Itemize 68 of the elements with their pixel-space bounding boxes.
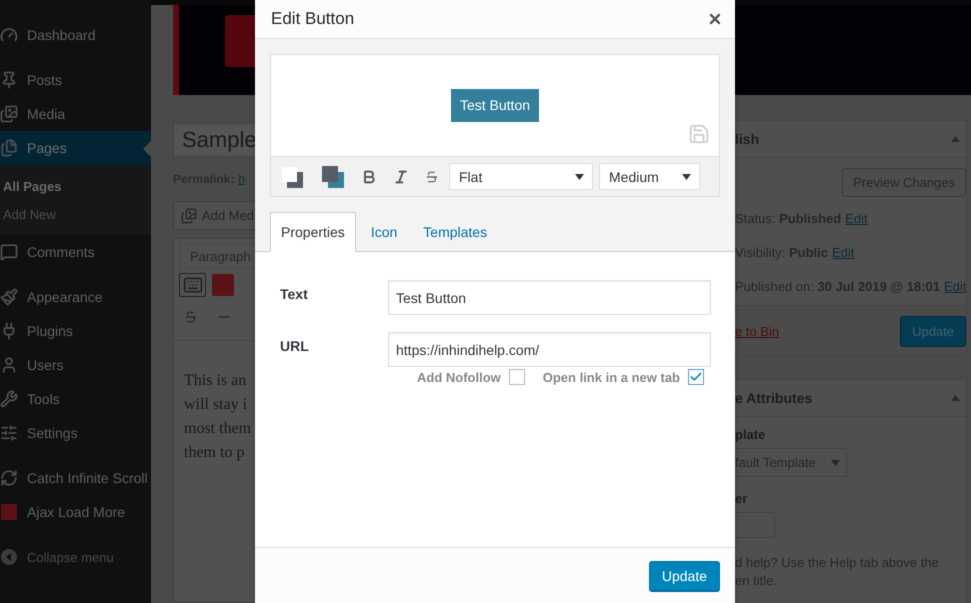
input-field[interactable]: https://inhindihelp.com/ xyxy=(388,332,711,367)
content-text: will stay i xyxy=(184,395,248,415)
content-text: them to p xyxy=(184,443,246,463)
italic-icon[interactable] xyxy=(393,168,409,184)
permalink-link[interactable]: h xyxy=(238,172,246,186)
caret-icon xyxy=(831,460,840,466)
edit-link[interactable]: Edit xyxy=(832,244,854,260)
content-text: This is an xyxy=(184,371,248,391)
sidebar-item[interactable]: Ajax Load More xyxy=(0,495,151,529)
sidebar-item[interactable]: Posts xyxy=(0,63,151,97)
dialog-title: Edit Button xyxy=(271,9,354,29)
media-icon xyxy=(181,208,197,224)
caret-icon xyxy=(682,174,691,180)
sidebar-item[interactable]: Tools xyxy=(0,382,151,416)
sidebar-item[interactable]: Settings xyxy=(0,416,151,450)
update-button[interactable]: Update xyxy=(648,560,720,590)
paintbrush-icon xyxy=(0,288,18,306)
field-label: Text xyxy=(280,285,309,304)
style-select[interactable]: Flat xyxy=(449,163,593,190)
checkbox[interactable] xyxy=(688,369,704,385)
pin-icon xyxy=(0,71,18,89)
tab[interactable]: Templates xyxy=(412,212,498,252)
sidebar-item[interactable]: Comments xyxy=(0,235,151,269)
sidebar-item[interactable]: Dashboard xyxy=(0,18,151,52)
option-label: Open link in a new tab xyxy=(542,370,680,384)
collapse-icon[interactable] xyxy=(0,548,18,566)
submenu-item[interactable]: All Pages xyxy=(0,172,151,200)
preview-button[interactable]: Test Button xyxy=(450,88,540,122)
bold-icon[interactable] xyxy=(361,168,377,184)
content-text: most them xyxy=(184,419,252,439)
sidebar-item[interactable]: Catch Infinite Scroll xyxy=(0,461,151,495)
user-icon xyxy=(0,356,18,374)
tab[interactable]: Properties xyxy=(270,212,356,252)
order-field[interactable] xyxy=(735,512,775,538)
collapse-arrow-icon[interactable] xyxy=(951,136,960,142)
sliders-icon xyxy=(0,424,18,442)
update-button[interactable]: Update xyxy=(900,316,966,346)
title-field[interactable]: Sample xyxy=(173,123,255,157)
checkbox[interactable] xyxy=(508,369,525,385)
sidebar-item[interactable]: Plugins xyxy=(0,314,151,348)
images-icon xyxy=(0,105,18,123)
keyboard-icon[interactable] xyxy=(179,273,206,297)
background-color-icon[interactable] xyxy=(321,166,345,188)
wrench-icon xyxy=(0,390,18,408)
tab[interactable]: Icon xyxy=(360,212,408,252)
field-label: URL xyxy=(280,337,310,356)
gauge-icon xyxy=(0,26,18,44)
edit-link[interactable]: Edit xyxy=(944,278,966,294)
square-icon xyxy=(0,503,18,521)
input-field[interactable]: Test Button xyxy=(388,280,711,315)
sidebar-item[interactable]: Pages xyxy=(0,131,151,165)
caret-icon xyxy=(575,174,584,180)
sidebar-item[interactable]: Users xyxy=(0,348,151,382)
sidebar-item[interactable]: Media xyxy=(0,97,151,131)
sidebar-item[interactable]: Appearance xyxy=(0,280,151,314)
collapse-arrow-icon[interactable] xyxy=(951,395,960,401)
refresh-icon xyxy=(0,469,18,487)
pages-icon xyxy=(0,139,18,157)
speech-bubble-icon xyxy=(0,243,18,261)
strikethrough-icon[interactable] xyxy=(425,170,439,184)
check-icon xyxy=(689,370,703,384)
edit-link[interactable]: Edit xyxy=(845,210,868,226)
save-icon[interactable] xyxy=(688,123,710,145)
close-button[interactable] xyxy=(707,11,723,27)
size-select[interactable]: Medium xyxy=(599,163,700,190)
trash-link[interactable]: e to Bin xyxy=(735,324,780,338)
collapse-menu-label[interactable]: Collapse menu xyxy=(27,550,114,564)
option-label: Add Nofollow xyxy=(416,370,501,384)
